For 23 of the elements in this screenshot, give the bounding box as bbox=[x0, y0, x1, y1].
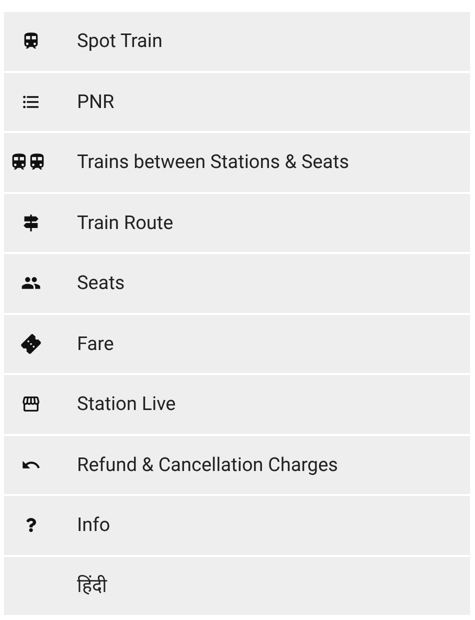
menu-item[interactable]: Info bbox=[4, 496, 470, 554]
help-icon bbox=[25, 518, 37, 532]
menu-item[interactable]: PNR bbox=[4, 72, 470, 131]
menu-item-label: PNR bbox=[77, 88, 114, 114]
menu-item[interactable]: Spot Train bbox=[4, 12, 470, 70]
menu-item-label: Fare bbox=[77, 330, 114, 356]
menu-item-label: Info bbox=[77, 512, 110, 538]
menu-item[interactable]: Refund & Cancellation Charges bbox=[4, 436, 470, 494]
menu-item[interactable]: Train Route bbox=[4, 194, 470, 252]
menu-item-label: Train Route bbox=[77, 210, 174, 236]
menu-item-label: हिंदी bbox=[77, 572, 107, 598]
signpost-icon bbox=[21, 212, 41, 233]
station-icon bbox=[21, 394, 41, 414]
menu-item[interactable]: Trains between Stations & Seats bbox=[4, 133, 470, 192]
menu-item[interactable]: Fare bbox=[4, 314, 470, 373]
menu-item-label: Seats bbox=[77, 270, 125, 296]
menu-item[interactable]: हिंदी bbox=[4, 556, 470, 615]
menu-item-label: Refund & Cancellation Charges bbox=[77, 452, 338, 478]
menu-item-label: Spot Train bbox=[77, 28, 162, 54]
menu-item[interactable]: Station Live bbox=[4, 375, 470, 434]
menu-item-label: Station Live bbox=[77, 391, 176, 417]
menu-item-label: Trains between Stations & Seats bbox=[77, 149, 350, 175]
menu-item[interactable]: Seats bbox=[4, 254, 470, 312]
